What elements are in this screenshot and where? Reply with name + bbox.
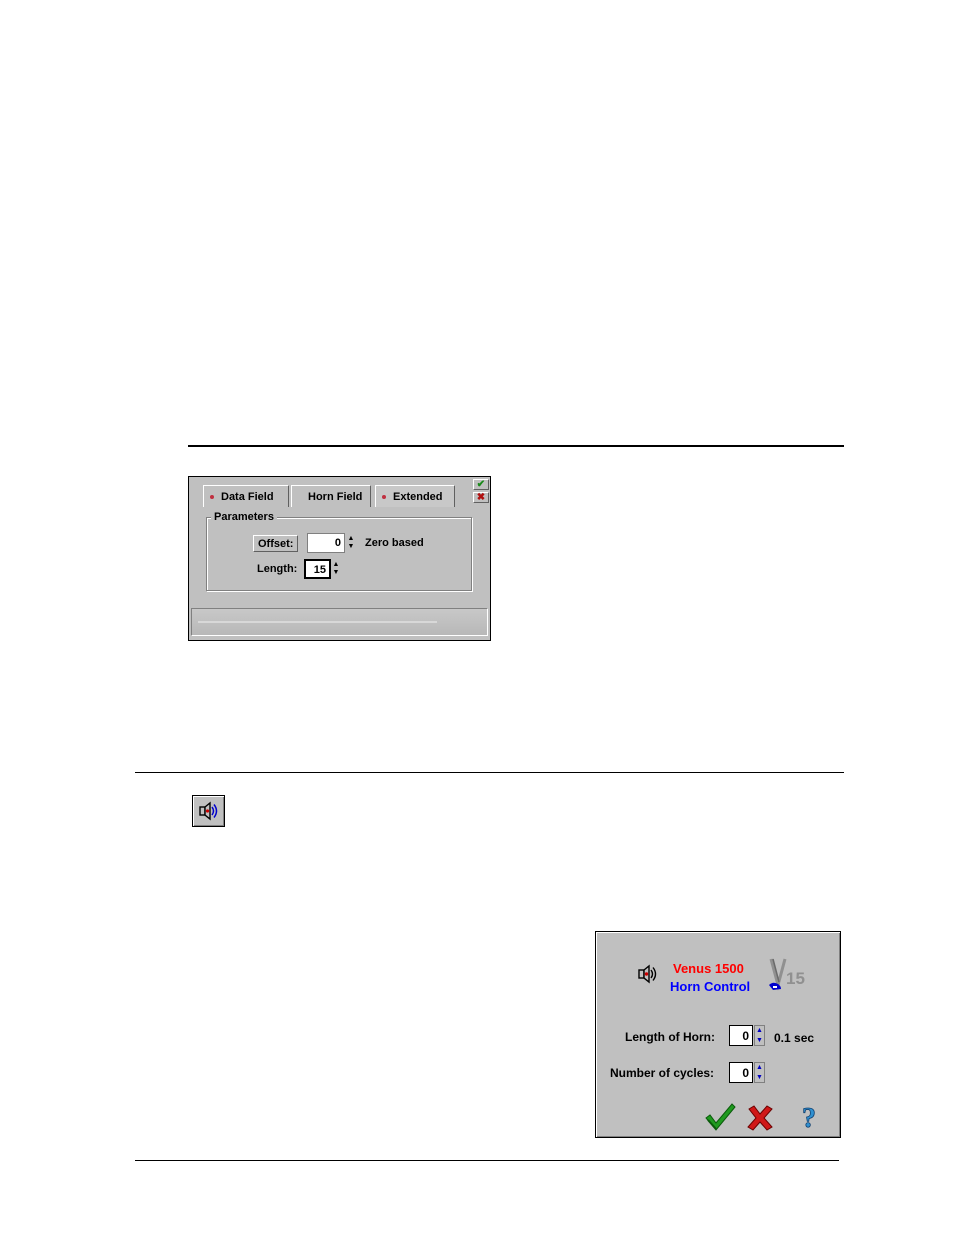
cancel-x-icon[interactable] <box>746 1104 774 1132</box>
length-input[interactable]: 15 <box>304 559 331 579</box>
group-title: Parameters <box>211 511 277 523</box>
length-spinner[interactable]: ▲ ▼ <box>331 559 341 579</box>
offset-spinner[interactable]: ▲ ▼ <box>346 533 356 553</box>
length-of-horn-input[interactable]: 0 <box>729 1025 753 1046</box>
dialog-title: Horn Control <box>670 979 751 994</box>
section-rule-bottom <box>135 1160 839 1161</box>
tab-marker-icon <box>382 494 386 499</box>
ok-checkmark-icon[interactable] <box>704 1102 736 1132</box>
svg-text:?: ? <box>802 1103 816 1132</box>
offset-label-button[interactable]: Offset: <box>253 535 299 552</box>
tab-label: Data Field <box>221 490 274 503</box>
offset-input[interactable]: 0 <box>307 533 345 553</box>
help-question-icon[interactable]: ? <box>800 1102 822 1132</box>
offset-note: Zero based <box>365 537 424 549</box>
ok-icon[interactable]: ✔ <box>473 479 489 490</box>
horn-control-dialog: Venus 1500 Horn Control 15 Length of Hor… <box>595 931 841 1138</box>
svg-text:15: 15 <box>786 969 805 988</box>
length-unit: 0.1 sec <box>774 1031 815 1045</box>
close-icon[interactable]: ✖ <box>473 492 489 503</box>
number-of-cycles-input[interactable]: 0 <box>729 1062 753 1083</box>
tab-data-field[interactable]: Data Field <box>203 485 289 507</box>
tab-horn-field[interactable]: Horn Field <box>291 485 371 507</box>
speaker-icon <box>638 964 657 984</box>
length-label: Length: <box>257 563 298 575</box>
length-of-horn-label: Length of Horn: <box>625 1030 715 1044</box>
status-bar <box>191 608 488 636</box>
speaker-icon <box>198 801 217 821</box>
tab-label: Horn Field <box>308 490 363 503</box>
v15-logo: 15 <box>769 958 805 991</box>
number-of-cycles-label: Number of cycles: <box>610 1066 715 1080</box>
tab-label: Extended <box>393 490 443 503</box>
tab-marker-icon <box>210 494 214 499</box>
section-rule-top <box>188 445 844 447</box>
length-of-horn-spinner[interactable]: ▲ ▼ <box>754 1025 765 1046</box>
tab-extended[interactable]: Extended <box>375 485 455 507</box>
horn-tool-button[interactable] <box>192 795 225 827</box>
section-rule-middle <box>135 772 844 773</box>
number-of-cycles-spinner[interactable]: ▲ ▼ <box>754 1062 765 1083</box>
horn-field-dialog: Data Field Horn Field Extended ✔ ✖ Param… <box>188 476 491 641</box>
product-title: Venus 1500 <box>673 961 744 976</box>
parameters-group <box>206 517 472 591</box>
